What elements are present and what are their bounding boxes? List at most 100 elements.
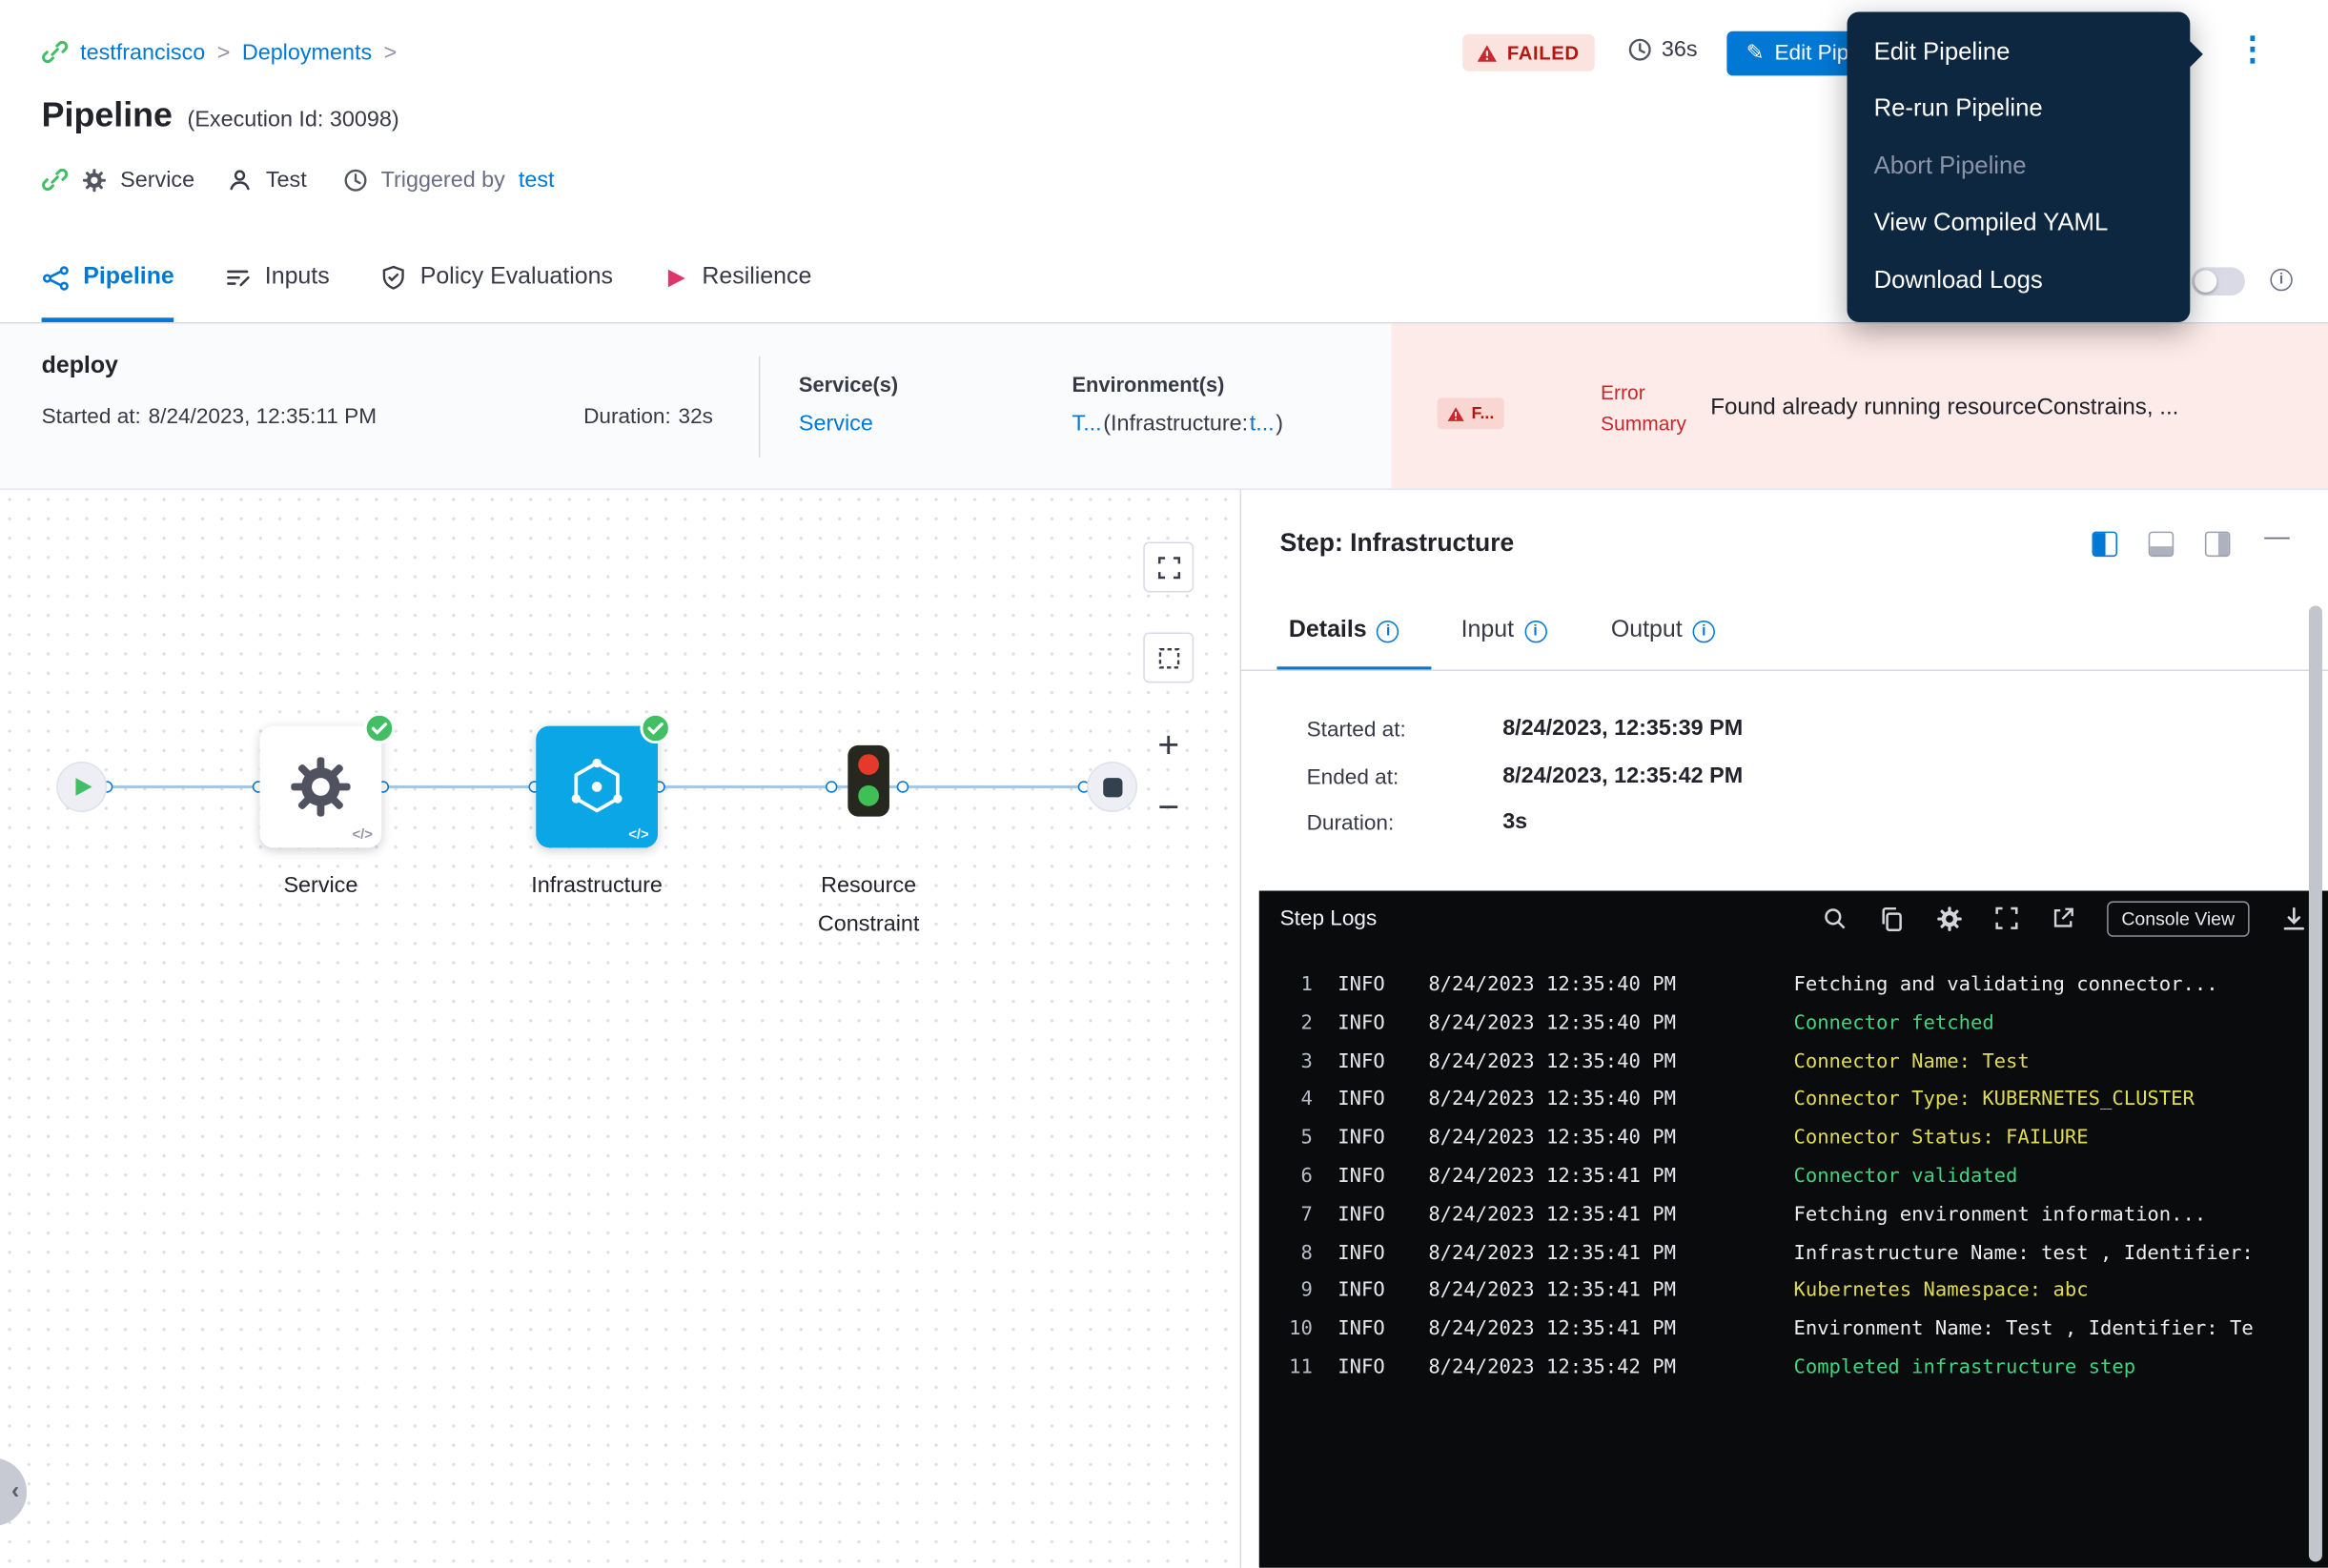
code-glyph: </>: [353, 827, 373, 844]
title-row: Pipeline (Execution Id: 30098): [42, 95, 399, 135]
tab-inputs[interactable]: Inputs: [225, 237, 330, 322]
status-text: FAILED: [1507, 42, 1580, 64]
tab-output[interactable]: Output i: [1611, 618, 1715, 644]
canvas-zoom-in-button[interactable]: +: [1143, 720, 1194, 770]
inputs-icon: [225, 264, 252, 291]
tab-policy-evaluations[interactable]: Policy Evaluations: [380, 237, 613, 322]
info-icon[interactable]: i: [1378, 620, 1399, 641]
tab-label: Policy Evaluations: [420, 264, 613, 291]
console-view-button[interactable]: Console View: [2107, 901, 2250, 936]
pipeline-actions-menu: Edit Pipeline Re-run Pipeline Abort Pipe…: [1848, 11, 2191, 321]
environment-paren: (Infrastructure:: [1103, 411, 1248, 436]
log-line: 2 INFO 8/24/2023 12:35:40 PM Connector f…: [1259, 1005, 2328, 1043]
log-settings-icon[interactable]: [1936, 905, 1963, 931]
pipeline-icon: [42, 263, 71, 292]
code-glyph: </>: [628, 827, 648, 844]
stage-summary-bar: deploy Started at: 8/24/2023, 12:35:11 P…: [0, 324, 2328, 490]
canvas-zoom-out-button[interactable]: −: [1143, 783, 1194, 833]
field-value: 8/24/2023, 12:35:39 PM: [1502, 716, 1743, 741]
success-check-icon: [640, 713, 671, 744]
tab-label: Pipeline: [83, 264, 174, 291]
triggered-by-user-link[interactable]: test: [519, 167, 555, 192]
tab-input[interactable]: Input i: [1461, 618, 1547, 644]
log-message: Connector Type: KUBERNETES_CLUSTER: [1793, 1081, 2194, 1119]
breadcrumb: testfrancisco > Deployments >: [42, 38, 398, 65]
open-in-new-icon[interactable]: [2051, 906, 2075, 930]
log-message: Connector fetched: [1793, 1005, 1993, 1043]
canvas-select-button[interactable]: [1143, 632, 1194, 682]
error-summary-message[interactable]: Found already running resourceConstrains…: [1710, 395, 2307, 421]
menu-item-edit-pipeline[interactable]: Edit Pipeline: [1848, 24, 2191, 81]
tab-details[interactable]: Details i: [1289, 618, 1399, 644]
view-toggle[interactable]: [2192, 267, 2245, 295]
elapsed-value: 36s: [1662, 37, 1698, 62]
log-line: 9 INFO 8/24/2023 12:35:41 PM Kubernetes …: [1259, 1273, 2328, 1311]
log-level: INFO: [1338, 1120, 1403, 1158]
environment-link[interactable]: T...: [1072, 411, 1102, 436]
services-value-link[interactable]: Service: [799, 411, 873, 436]
menu-item-rerun-pipeline[interactable]: Re-run Pipeline: [1848, 81, 2191, 138]
more-options-button[interactable]: ⋮: [2236, 32, 2269, 65]
breadcrumb-deployments-link[interactable]: Deployments: [242, 39, 372, 64]
log-lines[interactable]: 1 INFO 8/24/2023 12:35:40 PM Fetching an…: [1259, 946, 2328, 1388]
stage-name: deploy: [42, 354, 118, 380]
resilience-icon: [664, 265, 688, 290]
layout-bottom-icon[interactable]: [2149, 532, 2174, 557]
vertical-scrollbar[interactable]: [2309, 605, 2322, 1561]
tab-label: Input: [1461, 618, 1514, 644]
log-line: 4 INFO 8/24/2023 12:35:40 PM Connector T…: [1259, 1081, 2328, 1119]
environment-paren: ): [1276, 411, 1283, 436]
duration-label: Duration:: [583, 405, 671, 429]
menu-item-download-logs[interactable]: Download Logs: [1848, 253, 2191, 310]
log-timestamp: 8/24/2023 12:35:41 PM: [1428, 1196, 1768, 1234]
search-icon[interactable]: [1822, 906, 1847, 930]
log-timestamp: 8/24/2023 12:35:40 PM: [1428, 967, 1768, 1005]
menu-item-view-compiled-yaml[interactable]: View Compiled YAML: [1848, 195, 2191, 253]
infrastructure-step-node[interactable]: </>: [536, 726, 658, 848]
info-icon[interactable]: i: [1693, 620, 1715, 641]
log-line: 7 INFO 8/24/2023 12:35:41 PM Fetching en…: [1259, 1196, 2328, 1234]
canvas-fullscreen-button[interactable]: [1143, 541, 1194, 592]
pipeline-start-node[interactable]: [56, 762, 107, 812]
log-level: INFO: [1338, 1158, 1403, 1196]
step-logs-header: Step Logs: [1259, 891, 2328, 947]
resource-constraint-node[interactable]: [844, 745, 894, 823]
info-icon[interactable]: i: [1524, 620, 1546, 641]
service-step-node[interactable]: </>: [260, 726, 382, 848]
layout-split-left-icon[interactable]: [2093, 532, 2117, 557]
menu-item-abort-pipeline[interactable]: Abort Pipeline: [1848, 138, 2191, 195]
error-summary-label: Error Summary: [1601, 377, 1702, 439]
log-line: 6 INFO 8/24/2023 12:35:41 PM Connector v…: [1259, 1158, 2328, 1196]
green-light: [858, 785, 879, 806]
pipeline-canvas[interactable]: </> </> Service Infrastr: [0, 490, 1241, 1568]
tab-label: Inputs: [265, 264, 330, 291]
resource-constraint-node-label: Resource Constraint: [772, 867, 965, 945]
play-icon: [75, 778, 92, 796]
expand-logs-icon[interactable]: [1993, 906, 2018, 930]
log-message: Completed infrastructure step: [1793, 1350, 2135, 1388]
user-icon: [227, 167, 252, 192]
duration-value: 32s: [679, 405, 713, 429]
started-at: Started at: 8/24/2023, 12:35:11 PM: [42, 405, 377, 429]
log-line-number: 5: [1259, 1120, 1313, 1158]
info-icon[interactable]: i: [2270, 269, 2292, 291]
tab-pipeline[interactable]: Pipeline: [42, 237, 174, 322]
minimize-panel-icon[interactable]: —: [2264, 522, 2289, 552]
pipeline-end-node[interactable]: [1087, 762, 1137, 812]
step-logs-title: Step Logs: [1280, 906, 1378, 930]
tab-resilience[interactable]: Resilience: [664, 237, 811, 322]
triggered-by-label: Triggered by: [381, 167, 505, 192]
copy-icon[interactable]: [1878, 905, 1905, 931]
gear-icon: [288, 754, 354, 820]
infrastructure-link[interactable]: t...: [1250, 411, 1275, 436]
error-chip-text: F...: [1471, 404, 1494, 422]
download-logs-icon[interactable]: [2280, 905, 2307, 931]
log-line: 1 INFO 8/24/2023 12:35:40 PM Fetching an…: [1259, 967, 2328, 1005]
log-timestamp: 8/24/2023 12:35:41 PM: [1428, 1312, 1768, 1350]
cd-module-icon: [42, 166, 69, 193]
layout-split-right-icon[interactable]: [2205, 532, 2230, 557]
log-message: Connector validated: [1793, 1158, 2017, 1196]
marquee-select-icon: [1156, 645, 1181, 670]
tab-label: Details: [1289, 618, 1367, 644]
breadcrumb-project-link[interactable]: testfrancisco: [80, 39, 205, 64]
